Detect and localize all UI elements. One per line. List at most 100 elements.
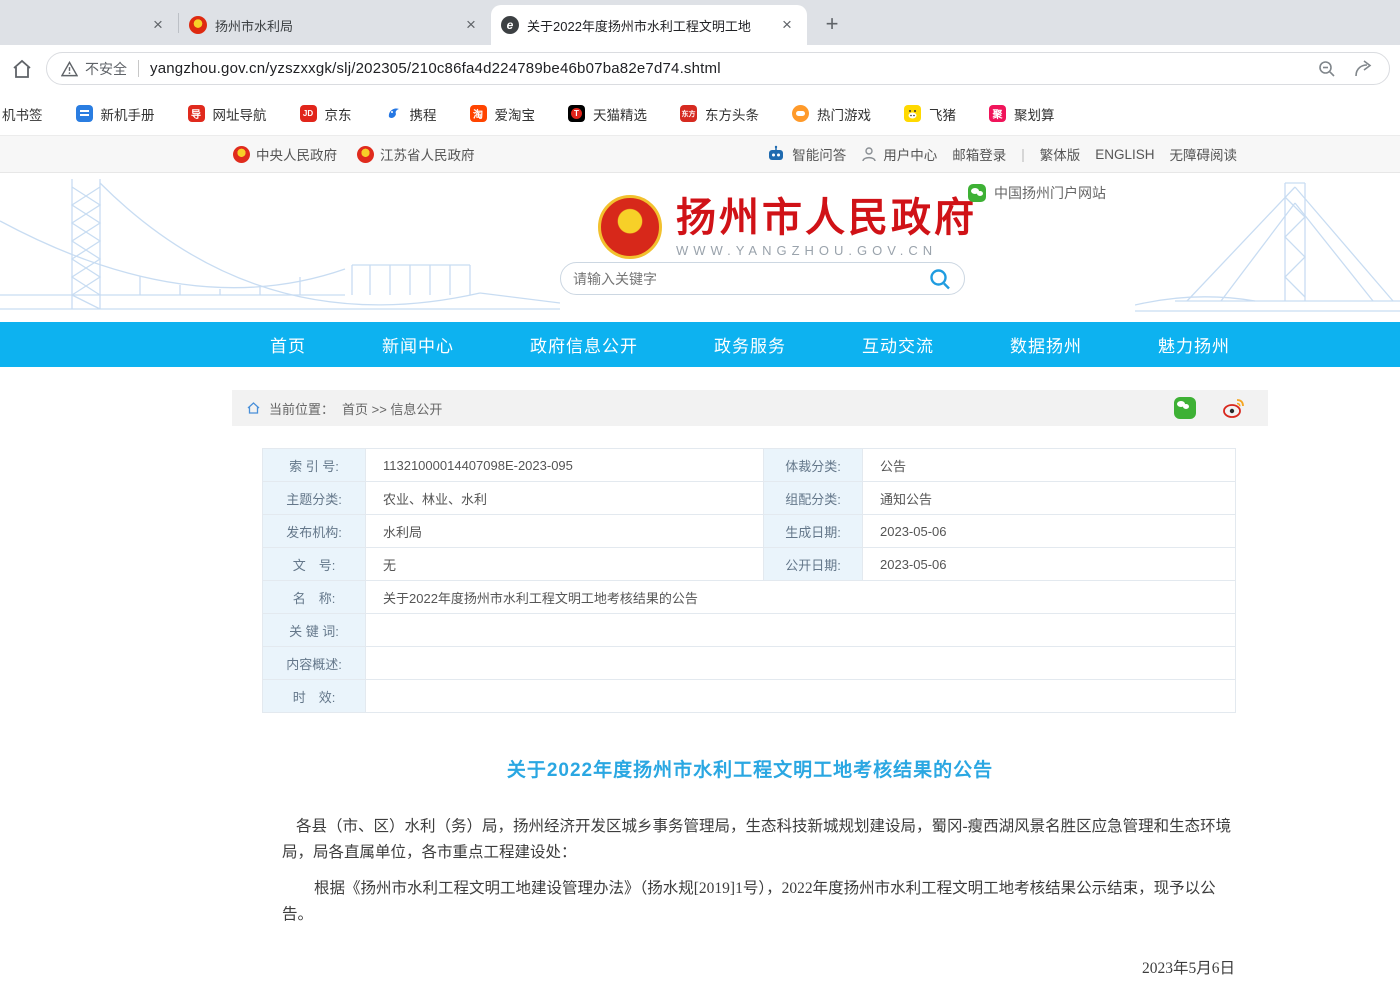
bookmark-juhuasuan[interactable]: 聚 聚划算 — [989, 104, 1055, 124]
bridge-artwork-right — [1135, 173, 1400, 322]
share-icon[interactable] — [1353, 59, 1375, 79]
nav-gov-services[interactable]: 政务服务 — [714, 332, 786, 357]
table-row: 时 效: — [263, 680, 1236, 713]
meta-label: 时 效: — [263, 680, 366, 713]
gov-link-label: 中央人民政府 — [256, 144, 337, 164]
nav-charming-yangzhou[interactable]: 魅力扬州 — [1158, 332, 1230, 357]
breadcrumb: 当前位置： 首页 >> 信息公开 — [232, 390, 1268, 426]
nav-gov-info-disclosure[interactable]: 政府信息公开 — [530, 332, 638, 357]
tab-partial[interactable]: × — [0, 5, 178, 45]
article-paragraph: 根据《扬州市水利工程文明工地建设管理办法》（扬水规[2019]1号），2022年… — [282, 876, 1232, 928]
central-gov-link[interactable]: 中央人民政府 — [233, 144, 337, 164]
zoom-out-icon[interactable] — [1317, 59, 1337, 79]
meta-value: 2023-05-06 — [863, 548, 1236, 581]
smart-qa-link[interactable]: 智能问答 — [766, 144, 846, 164]
weibo-share-icon[interactable] — [1222, 397, 1246, 419]
traditional-chinese-link[interactable]: 繁体版 — [1040, 144, 1081, 164]
tab-article-active[interactable]: e 关于2022年度扬州市水利工程文明工地 × — [491, 5, 807, 45]
meta-value: 通知公告 — [863, 482, 1236, 515]
breadcrumb-path[interactable]: 首页 >> 信息公开 — [342, 399, 442, 418]
site-title: 扬州市人民政府 — [676, 197, 977, 239]
bookmark-jd[interactable]: JD 京东 — [300, 104, 352, 124]
browser-tab-strip: × 扬州市水利局 × e 关于2022年度扬州市水利工程文明工地 × + — [0, 0, 1400, 45]
bookmark-label: 天猫精选 — [593, 104, 647, 124]
bookmark-fliggy[interactable]: 飞猪 — [904, 104, 956, 124]
wechat-share-icon[interactable] — [1174, 397, 1196, 419]
nav-news-center[interactable]: 新闻中心 — [382, 332, 454, 357]
page-content: 当前位置： 首页 >> 信息公开 索 引 号: 1132100001440709… — [232, 390, 1268, 997]
tab-close-icon[interactable]: × — [777, 15, 797, 35]
new-tab-button[interactable]: + — [817, 9, 847, 39]
bookmarks-bar: 机书签 新机手册 导 网址导航 JD 京东 携程 淘 爱淘宝 T 天猫精选 东方… — [0, 92, 1400, 135]
site-search[interactable] — [560, 262, 965, 295]
bookmark-label: 网址导航 — [213, 104, 267, 124]
search-input[interactable] — [573, 271, 928, 287]
bookmark-label: 机书签 — [2, 104, 43, 124]
url-field[interactable]: 不安全 yangzhou.gov.cn/yzszxxgk/slj/202305/… — [46, 52, 1390, 85]
gov-link-label: 用户中心 — [883, 144, 937, 164]
meta-label: 主题分类: — [263, 482, 366, 515]
bookmark-tmall[interactable]: T 天猫精选 — [568, 104, 647, 124]
bookmark-label: 东方头条 — [705, 104, 759, 124]
ctrip-dolphin-icon — [385, 105, 402, 122]
games-icon — [792, 105, 809, 122]
bookmark-site-nav[interactable]: 导 网址导航 — [188, 104, 267, 124]
meta-value: 2023-05-06 — [863, 515, 1236, 548]
article-date: 2023年5月6日 — [232, 956, 1268, 978]
bookmark-eastday[interactable]: 东方 东方头条 — [680, 104, 759, 124]
url-separator — [138, 60, 139, 77]
meta-value — [366, 647, 1236, 680]
bookmark-manual[interactable]: 新机手册 — [76, 104, 155, 124]
national-emblem-icon — [357, 146, 374, 163]
table-row: 内容概述: — [263, 647, 1236, 680]
meta-label: 生成日期: — [764, 515, 863, 548]
site-brand[interactable]: 扬州市人民政府 WWW.YANGZHOU.GOV.CN — [598, 195, 977, 259]
not-secure-label: 不安全 — [85, 59, 127, 79]
article-title: 关于2022年度扬州市水利工程文明工地考核结果的公告 — [232, 755, 1268, 782]
accessibility-link[interactable]: 无障碍阅读 — [1170, 144, 1238, 164]
jiangsu-gov-link[interactable]: 江苏省人民政府 — [357, 144, 475, 164]
tmall-icon: T — [568, 105, 585, 122]
english-link[interactable]: ENGLISH — [1095, 147, 1154, 162]
tab-gov-site[interactable]: 扬州市水利局 × — [179, 5, 491, 45]
meta-label: 组配分类: — [764, 482, 863, 515]
nav-data-yangzhou[interactable]: 数据扬州 — [1010, 332, 1082, 357]
tab-title: 关于2022年度扬州市水利工程文明工地 — [527, 16, 769, 35]
nav-interaction[interactable]: 互动交流 — [862, 332, 934, 357]
table-row: 文 号: 无 公开日期: 2023-05-06 — [263, 548, 1236, 581]
nav-home[interactable]: 首页 — [270, 332, 306, 357]
meta-label: 索 引 号: — [263, 449, 366, 482]
table-row: 发布机构: 水利局 生成日期: 2023-05-06 — [263, 515, 1236, 548]
browser-logo-favicon-icon: e — [501, 16, 519, 34]
bookmark-label: 热门游戏 — [817, 104, 871, 124]
home-icon[interactable] — [10, 57, 34, 81]
meta-label: 发布机构: — [263, 515, 366, 548]
mail-login-link[interactable]: 邮箱登录 — [952, 144, 1006, 164]
bookmark-hot-games[interactable]: 热门游戏 — [792, 104, 871, 124]
bridge-artwork-left — [0, 173, 560, 322]
tab-close-icon[interactable]: × — [461, 15, 481, 35]
national-emblem-icon — [598, 195, 662, 259]
search-icon[interactable] — [928, 267, 952, 291]
portal-link[interactable]: 中国扬州门户网站 — [968, 183, 1106, 203]
user-center-link[interactable]: 用户中心 — [861, 144, 937, 164]
robot-icon — [766, 145, 786, 163]
url-text[interactable]: yangzhou.gov.cn/yzszxxgk/slj/202305/210c… — [150, 60, 721, 77]
bookmark-label: 爱淘宝 — [495, 104, 536, 124]
address-bar: 不安全 yangzhou.gov.cn/yzszxxgk/slj/202305/… — [0, 45, 1400, 92]
tab-close-icon[interactable]: × — [148, 15, 168, 35]
bookmark-phone-bookmarks[interactable]: 机书签 — [2, 104, 43, 124]
meta-label: 体裁分类: — [764, 449, 863, 482]
gov-utility-bar: 中央人民政府 江苏省人民政府 智能问答 用户中心 邮箱登录 | 繁体版 ENGL… — [0, 135, 1400, 173]
separator: | — [1021, 147, 1025, 162]
bookmark-aitaobao[interactable]: 淘 爱淘宝 — [470, 104, 536, 124]
bookmark-label: 京东 — [325, 104, 352, 124]
meta-value: 无 — [366, 548, 764, 581]
table-row: 关 键 词: — [263, 614, 1236, 647]
user-icon — [861, 146, 877, 162]
not-secure-warning-icon[interactable] — [61, 61, 78, 77]
bookmark-ctrip[interactable]: 携程 — [385, 104, 437, 124]
main-nav: 首页 新闻中心 政府信息公开 政务服务 互动交流 数据扬州 魅力扬州 — [0, 322, 1400, 367]
home-icon[interactable] — [246, 401, 261, 415]
breadcrumb-prefix: 当前位置： — [269, 399, 334, 418]
